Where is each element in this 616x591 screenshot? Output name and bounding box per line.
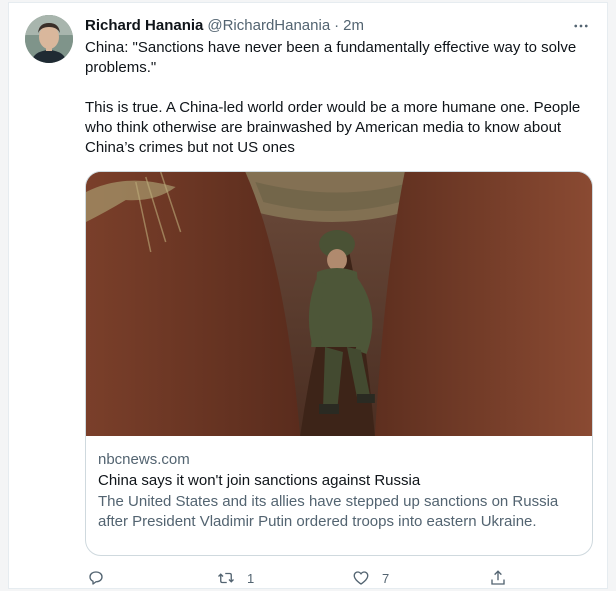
card-title: China says it won't join sanctions again… <box>98 472 421 489</box>
separator-dot: · <box>334 17 340 34</box>
reply-button[interactable] <box>87 566 105 590</box>
card-domain: nbcnews.com <box>98 451 190 468</box>
tweet-text-paragraph-1: China: "Sanctions have never been a fund… <box>85 39 577 76</box>
share-button[interactable] <box>489 566 507 590</box>
tweet-header: Richard Hanania @RichardHanania · 2m <box>85 15 593 37</box>
retweet-button[interactable]: 1 <box>217 566 254 590</box>
link-card[interactable]: nbcnews.com China says it won't join san… <box>85 171 593 556</box>
card-image <box>86 172 592 436</box>
like-count: 7 <box>382 570 390 586</box>
card-description: The United States and its allies have st… <box>98 493 559 530</box>
like-icon <box>353 571 369 585</box>
tweet[interactable]: Richard Hanania @RichardHanania · 2m Chi… <box>8 2 608 589</box>
reply-icon <box>89 571 103 585</box>
like-button[interactable]: 7 <box>352 566 389 590</box>
timestamp[interactable]: 2m <box>343 15 364 37</box>
share-icon <box>491 570 505 585</box>
tweet-text: China: "Sanctions have never been a fund… <box>85 38 593 158</box>
tweet-text-paragraph-2: This is true. A China-led world order wo… <box>85 99 581 156</box>
more-options-button[interactable] <box>569 15 593 37</box>
more-icon <box>574 24 588 28</box>
retweet-icon <box>218 572 234 584</box>
retweet-count: 1 <box>247 570 255 586</box>
avatar[interactable] <box>25 15 73 63</box>
author-name[interactable]: Richard Hanania <box>85 15 203 37</box>
author-handle[interactable]: @RichardHanania <box>207 15 330 37</box>
tweet-actions: 1 7 <box>85 566 593 590</box>
avatar-image <box>25 15 73 63</box>
